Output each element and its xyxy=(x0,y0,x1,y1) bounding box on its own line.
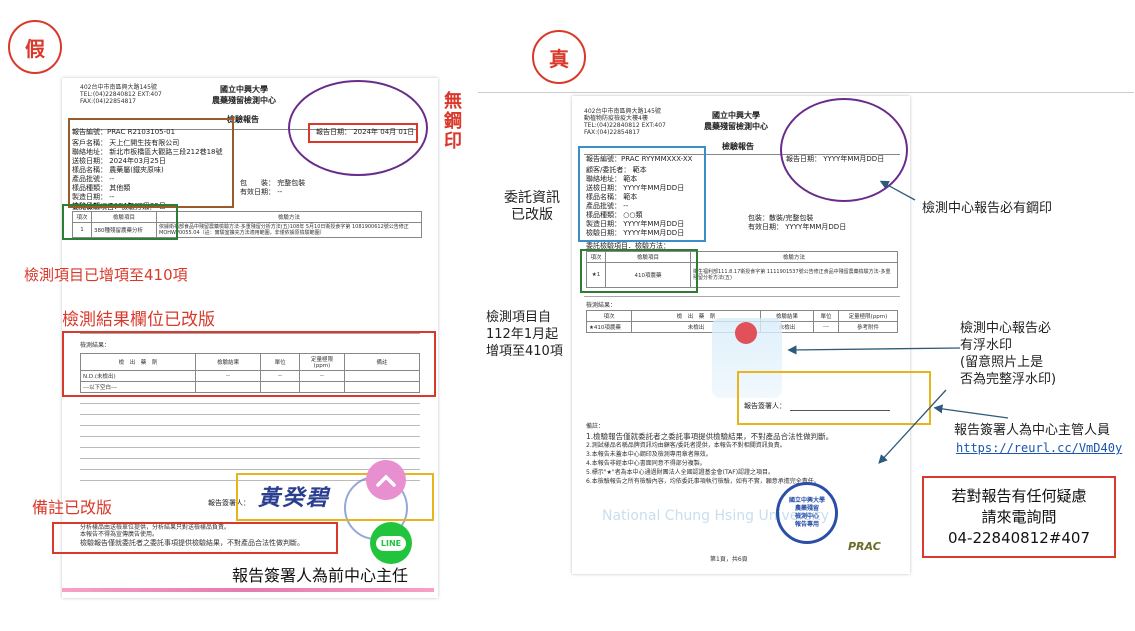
reurl-link[interactable]: https://reurl.cc/VmD40y xyxy=(956,441,1122,455)
contact-phone[interactable]: 04-22840812#407 xyxy=(924,528,1114,549)
watermark-note: 檢測中心報告必 有浮水印 (留意照片上是 否為完整浮水印) xyxy=(960,321,1057,387)
seal-required-note: 檢測中心報告必有鋼印 xyxy=(922,201,1053,216)
client-changed-note: 委託資訊 已改版 xyxy=(504,190,560,223)
contact-box: 若對報告有任何疑慮 請來電詢問 04-22840812#407 xyxy=(922,476,1116,558)
signer-note: 報告簽署人為中心主管人員 xyxy=(954,423,1111,438)
items-since-note: 檢測項目自 112年1月起 增項至410項 xyxy=(486,310,563,359)
